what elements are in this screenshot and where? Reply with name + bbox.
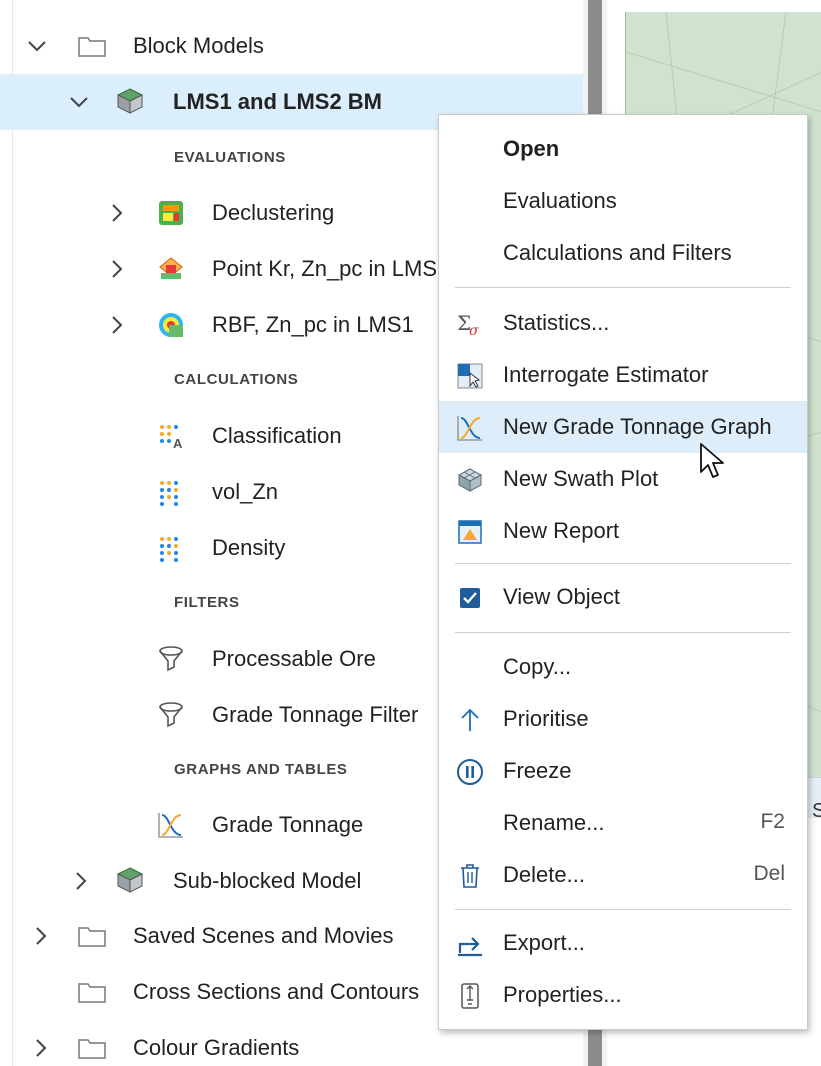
arrow-up-icon <box>455 705 485 735</box>
tree-item-label: Declustering <box>212 200 335 225</box>
svg-text:σ: σ <box>469 323 479 337</box>
interrogate-icon <box>455 361 485 391</box>
section-header-filters: FILTERS <box>174 594 240 611</box>
menu-item-new-grade-tonnage-graph[interactable]: New Grade Tonnage Graph <box>439 401 807 453</box>
menu-item-label: New Swath Plot <box>503 466 659 491</box>
tree-item-label: Sub-blocked Model <box>173 868 362 893</box>
menu-item-rename[interactable]: Rename... F2 <box>439 797 807 849</box>
mouse-cursor-icon <box>700 443 724 478</box>
menu-item-label: Copy... <box>503 654 572 679</box>
chevron-right-icon[interactable] <box>70 870 92 892</box>
menu-separator <box>455 287 791 288</box>
svg-text:A: A <box>173 436 183 450</box>
filter-icon <box>157 645 185 673</box>
folder-icon <box>78 978 106 1006</box>
trash-icon <box>455 861 485 891</box>
menu-item-statistics[interactable]: Σσ Statistics... <box>439 297 807 349</box>
tree-item-label: Colour Gradients <box>133 1035 300 1060</box>
tree-item-label: RBF, Zn_pc in LMS1 <box>212 312 414 337</box>
menu-item-interrogate-estimator[interactable]: Interrogate Estimator <box>439 349 807 401</box>
menu-item-label: Properties... <box>503 982 622 1007</box>
menu-item-view-object[interactable]: View Object <box>439 571 807 623</box>
statistics-icon: Σσ <box>455 309 485 339</box>
chevron-right-icon[interactable] <box>106 202 128 224</box>
tree-item-label: Density <box>212 535 286 560</box>
menu-separator <box>455 909 791 910</box>
menu-item-label: Evaluations <box>503 188 617 213</box>
chevron-right-icon[interactable] <box>30 925 52 947</box>
menu-item-label: Export... <box>503 930 585 955</box>
tree-item-label: LMS1 and LMS2 BM <box>173 89 383 114</box>
chevron-right-icon[interactable] <box>30 1037 52 1059</box>
menu-item-label: Delete... <box>503 862 585 887</box>
chevron-right-icon[interactable] <box>106 314 128 336</box>
menu-item-label: Open <box>503 136 560 161</box>
calculation-icon <box>157 534 185 562</box>
calculation-icon: A <box>157 422 185 450</box>
chevron-right-icon[interactable] <box>106 258 128 280</box>
tree-item-label: Block Models <box>133 33 264 58</box>
declustering-icon <box>157 199 185 227</box>
folder-icon <box>78 1034 106 1062</box>
menu-item-copy[interactable]: Copy... <box>439 641 807 693</box>
tree-item-label: Classification <box>212 423 342 448</box>
chevron-down-icon[interactable] <box>68 91 90 113</box>
menu-item-evaluations[interactable]: Evaluations <box>439 175 807 227</box>
menu-item-label: Calculations and Filters <box>503 240 732 265</box>
menu-item-export[interactable]: Export... <box>439 917 807 969</box>
kriging-icon <box>157 255 185 283</box>
checkbox-checked-icon[interactable] <box>455 583 485 613</box>
chevron-down-icon[interactable] <box>26 35 48 57</box>
scene-edge-text: S <box>812 800 821 822</box>
properties-icon <box>455 981 485 1011</box>
grade-tonnage-icon <box>157 811 185 839</box>
menu-item-label: View Object <box>503 584 620 609</box>
tree-item-label: Grade Tonnage <box>212 812 364 837</box>
tree-item-block-models[interactable]: Block Models <box>0 18 583 74</box>
report-icon <box>455 517 485 547</box>
menu-item-label: Freeze <box>503 758 572 783</box>
section-header-calculations: CALCULATIONS <box>174 371 299 388</box>
shortcut-label: F2 <box>760 810 785 833</box>
menu-item-prioritise[interactable]: Prioritise <box>439 693 807 745</box>
menu-item-delete[interactable]: Delete... Del <box>439 849 807 901</box>
menu-item-label: Statistics... <box>503 310 610 335</box>
pause-icon <box>455 757 485 787</box>
grade-tonnage-icon <box>455 413 485 443</box>
swath-icon <box>455 465 485 495</box>
menu-item-calculations-filters[interactable]: Calculations and Filters <box>439 227 807 279</box>
folder-icon <box>78 32 106 60</box>
menu-item-new-report[interactable]: New Report <box>439 505 807 557</box>
tree-item-label: Saved Scenes and Movies <box>133 923 394 948</box>
tree-item-label: Grade Tonnage Filter <box>212 702 419 727</box>
menu-item-properties[interactable]: Properties... <box>439 969 807 1021</box>
menu-item-new-swath-plot[interactable]: New Swath Plot <box>439 453 807 505</box>
folder-icon <box>78 922 106 950</box>
tree-item-label: Point Kr, Zn_pc in LMS <box>212 256 437 281</box>
tree-item-label: vol_Zn <box>212 479 279 504</box>
shortcut-label: Del <box>753 862 785 885</box>
menu-item-label: Interrogate Estimator <box>503 362 709 387</box>
tree-item-label: Cross Sections and Contours <box>133 979 420 1004</box>
section-header-graphs-tables: GRAPHS AND TABLES <box>174 761 348 778</box>
context-menu: Open Evaluations Calculations and Filter… <box>438 114 808 1030</box>
menu-separator <box>455 563 791 564</box>
menu-separator <box>455 632 791 633</box>
block-model-icon <box>116 866 144 894</box>
menu-item-label: Rename... <box>503 810 605 835</box>
menu-item-label: Prioritise <box>503 706 589 731</box>
block-model-icon <box>116 87 144 115</box>
export-icon <box>455 929 485 959</box>
menu-item-label: New Report <box>503 518 620 543</box>
menu-item-freeze[interactable]: Freeze <box>439 745 807 797</box>
tree-item-label: Processable Ore <box>212 646 376 671</box>
filter-icon <box>157 701 185 729</box>
section-header-evaluations: EVALUATIONS <box>174 149 286 166</box>
menu-item-label: New Grade Tonnage Graph <box>503 414 772 439</box>
calculation-icon <box>157 478 185 506</box>
rbf-icon <box>157 311 185 339</box>
menu-item-open[interactable]: Open <box>439 123 807 175</box>
